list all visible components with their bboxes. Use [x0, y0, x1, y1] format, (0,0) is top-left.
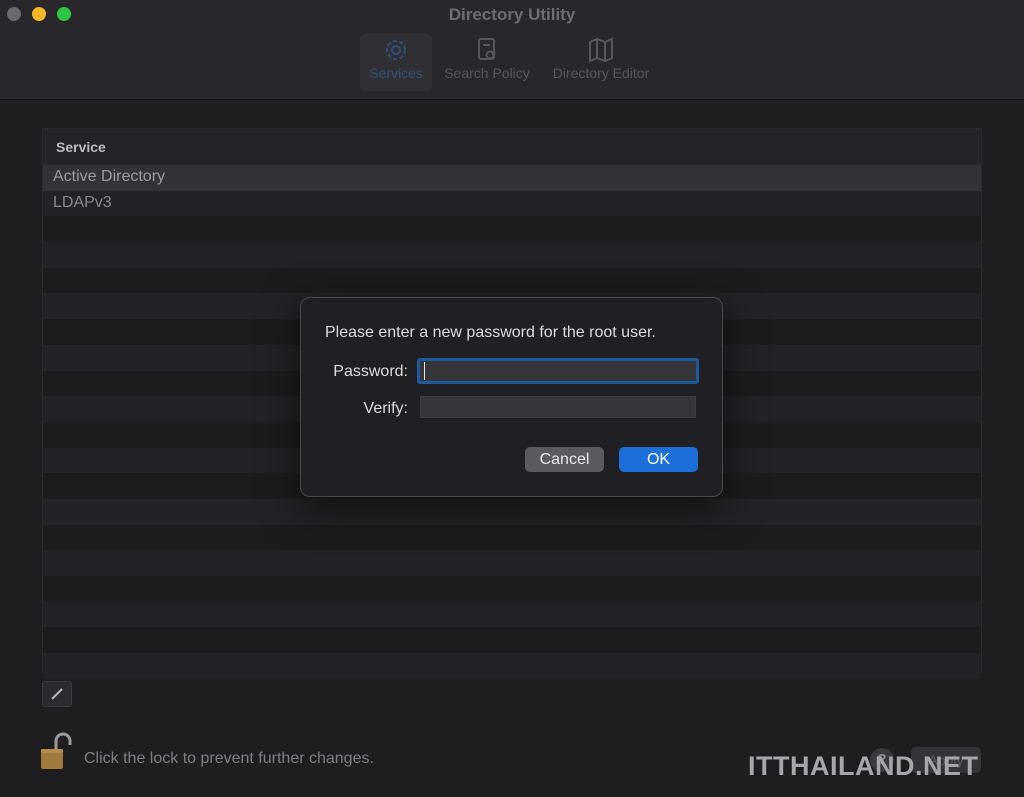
ok-button[interactable]: OK: [619, 447, 698, 472]
text-cursor: [424, 362, 425, 380]
map-icon: [589, 37, 613, 63]
empty-row: [43, 267, 981, 294]
toolbar-search-policy-button[interactable]: Search Policy: [438, 33, 536, 91]
empty-row: [43, 627, 981, 654]
dialog-message: Please enter a new password for the root…: [325, 324, 656, 341]
password-label: Password:: [333, 363, 408, 380]
root-password-dialog: Please enter a new password for the root…: [300, 297, 723, 497]
toolbar-directory-editor-button[interactable]: Directory Editor: [545, 33, 657, 91]
lock-status-text: Click the lock to prevent further change…: [84, 750, 374, 767]
table-row-active-directory[interactable]: Active Directory: [43, 165, 981, 191]
verify-label: Verify:: [363, 400, 408, 417]
column-header-service[interactable]: Service: [43, 129, 981, 166]
toolbar-directory-editor-label: Directory Editor: [552, 65, 650, 81]
gear-icon: [386, 40, 406, 60]
unlocked-padlock-icon: [41, 732, 72, 769]
cancel-button[interactable]: Cancel: [525, 447, 604, 472]
search-policy-icon: [478, 38, 495, 60]
empty-row: [43, 216, 981, 243]
toolbar-services-button[interactable]: Services: [360, 33, 432, 91]
empty-row: [43, 498, 981, 525]
verify-field[interactable]: [420, 396, 696, 418]
table-row-ldapv3[interactable]: LDAPv3: [43, 190, 981, 217]
password-field[interactable]: [417, 358, 699, 384]
row-label: LDAPv3: [53, 193, 112, 211]
empty-row: [43, 653, 981, 679]
toolbar-services-label: Services: [369, 65, 423, 81]
watermark: ITTHAILAND.NET: [748, 751, 979, 781]
toolbar-search-policy-label: Search Policy: [444, 65, 530, 81]
title-bar: Directory Utility Services Search Policy…: [0, 0, 1024, 100]
edit-service-button[interactable]: [42, 681, 72, 707]
empty-row: [43, 576, 981, 602]
empty-row: [43, 242, 981, 268]
empty-row: [43, 524, 981, 551]
column-header-label: Service: [56, 139, 106, 155]
lock-button[interactable]: [38, 731, 72, 776]
window-title: Directory Utility: [448, 5, 576, 24]
row-label: Active Directory: [53, 168, 166, 185]
pencil-icon: [51, 688, 63, 700]
empty-row: [43, 601, 981, 628]
empty-row: [43, 550, 981, 576]
